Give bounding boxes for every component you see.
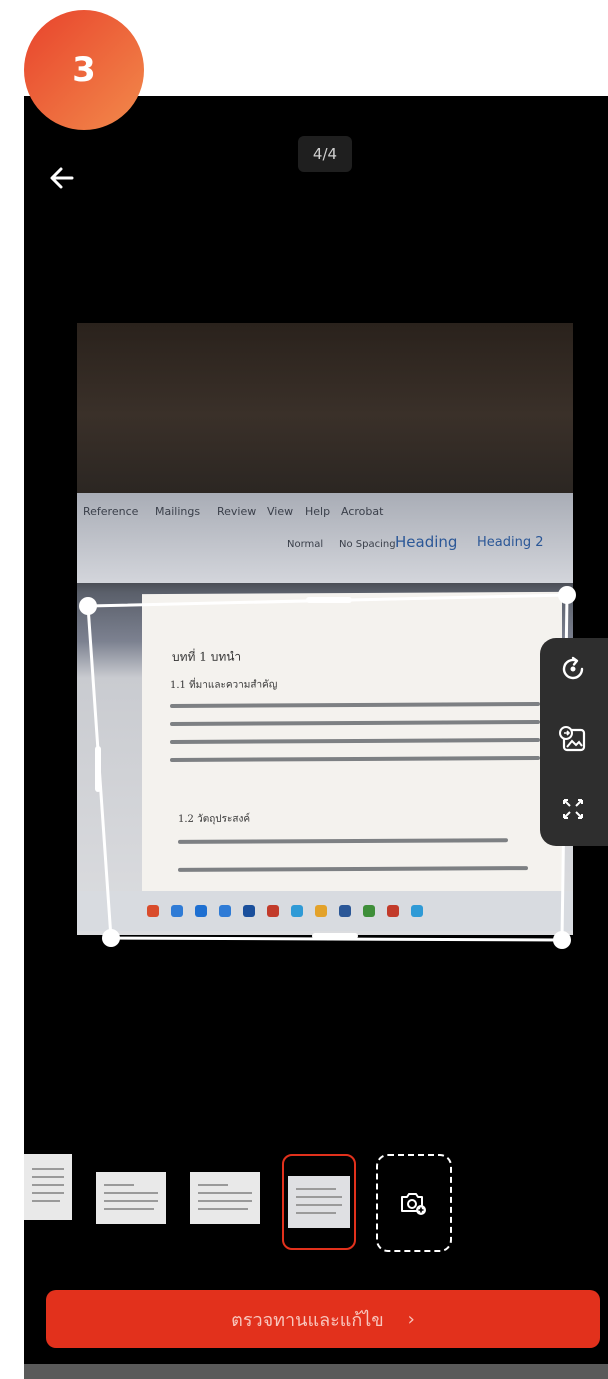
thumbnail-page-3[interactable] xyxy=(190,1172,260,1224)
rotate-button[interactable] xyxy=(554,650,592,688)
expand-crop-icon xyxy=(563,799,583,819)
rotate-icon xyxy=(562,656,584,680)
style-item: Heading 2 xyxy=(477,535,544,550)
style-item: No Spacing xyxy=(339,539,396,550)
captured-photo: Reference Mailings Review View Help Acro… xyxy=(77,323,573,935)
taskbar xyxy=(77,891,573,931)
ribbon-area: Reference Mailings Review View Help Acro… xyxy=(77,493,573,583)
doc-heading: บทที่ 1 บทนำ xyxy=(172,649,242,664)
thumbnail-page-4[interactable] xyxy=(282,1154,356,1250)
page-indicator: 4/4 xyxy=(298,136,352,172)
scan-editor-screen: 4/4 Reference Mailings Review View Help … xyxy=(24,96,608,1379)
arrow-left-icon xyxy=(50,167,74,189)
ribbon-tab: Acrobat xyxy=(341,505,384,518)
ribbon-tab: View xyxy=(267,505,294,518)
crop-handle-top-left[interactable] xyxy=(79,597,97,615)
ribbon-tab: Reference xyxy=(83,505,139,518)
add-camera-icon xyxy=(401,1193,426,1215)
page-thumbnails xyxy=(24,1152,608,1252)
back-button[interactable] xyxy=(42,158,82,198)
ribbon-tab: Mailings xyxy=(155,505,201,518)
review-button-label: ตรวจทานและแก้ไข xyxy=(231,1309,384,1331)
doc-section-1: 1.1 ที่มาและความสำคัญ xyxy=(170,679,278,691)
crop-handle-top-right[interactable] xyxy=(558,586,576,604)
crop-handle-bottom-left[interactable] xyxy=(102,929,120,947)
document-page: บทที่ 1 บทนำ 1.1 ที่มาและความสำคัญ 1.2 ว… xyxy=(142,591,562,925)
thumbnail-page-1[interactable] xyxy=(24,1154,72,1220)
doc-section-2: 1.2 วัตถุประสงค์ xyxy=(178,813,251,825)
step-badge: 3 xyxy=(24,10,144,130)
crop-handle-bottom-right[interactable] xyxy=(553,931,571,949)
image-filter-button[interactable] xyxy=(554,720,592,758)
add-page-button[interactable] xyxy=(376,1154,452,1252)
system-nav-bar xyxy=(24,1364,608,1379)
image-filter-icon xyxy=(559,726,586,752)
edit-toolbar xyxy=(540,638,608,846)
auto-crop-button[interactable] xyxy=(554,790,592,828)
chevron-right-icon: › xyxy=(407,1308,415,1330)
ribbon-tab: Review xyxy=(217,505,257,518)
style-item: Normal xyxy=(287,539,324,550)
style-item: Heading xyxy=(395,533,458,551)
ribbon-tab: Help xyxy=(305,505,331,518)
review-and-edit-button[interactable]: ตรวจทานและแก้ไข › xyxy=(46,1290,600,1348)
thumbnail-page-2[interactable] xyxy=(96,1172,166,1224)
